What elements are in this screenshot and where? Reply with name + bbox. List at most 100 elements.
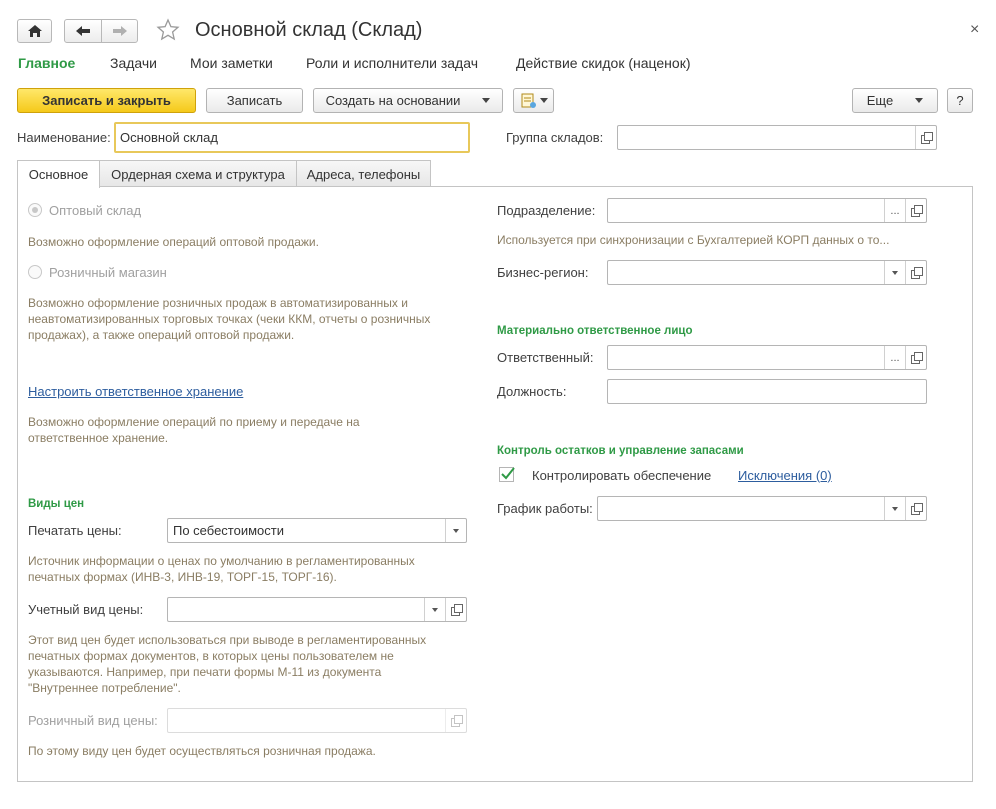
favorite-star-icon[interactable]: [156, 18, 180, 45]
account-price-hint-4: "Внутреннее потребление".: [28, 681, 181, 695]
control-supply-checkbox[interactable]: [499, 467, 515, 482]
schedule-label: График работы:: [497, 501, 593, 516]
division-label: Подразделение:: [497, 203, 596, 218]
dropdown-button[interactable]: [884, 261, 905, 284]
account-price-hint-3: указываются. Например, при печати формы …: [28, 665, 382, 679]
open-form-button[interactable]: [905, 199, 926, 222]
open-form-icon: [910, 503, 923, 515]
open-form-icon: [450, 604, 463, 616]
print-prices-select[interactable]: По себестоимости: [167, 518, 467, 543]
dropdown-button[interactable]: [445, 519, 466, 542]
open-form-button[interactable]: [905, 261, 926, 284]
open-form-button[interactable]: [915, 126, 936, 149]
create-based-on-label: Создать на основании: [325, 93, 461, 108]
division-field[interactable]: ...: [607, 198, 927, 223]
dropdown-icon: [892, 270, 898, 275]
save-and-close-label: Записать и закрыть: [42, 93, 171, 108]
custody-settings-link[interactable]: Настроить ответственное хранение: [28, 384, 243, 399]
help-label: ?: [956, 93, 964, 108]
retail-radio[interactable]: [28, 265, 42, 279]
account-price-hint-1: Этот вид цен будет использоваться при вы…: [28, 633, 427, 647]
dropdown-icon: [453, 528, 459, 533]
back-button[interactable]: [64, 19, 102, 43]
account-price-label: Учетный вид цены:: [28, 602, 144, 617]
name-label: Наименование:: [17, 130, 111, 145]
tab-addresses[interactable]: Адреса, телефоны: [296, 160, 431, 187]
tab-main-label: Основное: [28, 167, 89, 182]
print-prices-label: Печатать цены:: [28, 523, 122, 538]
account-price-hint-2: печатных формах документов, в которых це…: [28, 649, 394, 663]
responsible-label: Ответственный:: [497, 350, 594, 365]
open-form-button[interactable]: [445, 598, 466, 621]
account-price-field[interactable]: [167, 597, 467, 622]
name-value: Основной склад: [120, 130, 218, 145]
open-form-button[interactable]: [905, 346, 926, 369]
position-field[interactable]: [607, 379, 927, 404]
dropdown-button[interactable]: [424, 598, 445, 621]
position-label: Должность:: [497, 384, 567, 399]
dropdown-icon: [892, 506, 898, 511]
save-button[interactable]: Записать: [206, 88, 303, 113]
home-button[interactable]: [17, 19, 52, 43]
warehouse-group-field[interactable]: [617, 125, 937, 150]
custody-hint-2: ответственное хранение.: [28, 431, 169, 445]
warehouse-group-label: Группа складов:: [506, 130, 604, 145]
retail-price-field: [167, 708, 467, 733]
forward-button[interactable]: [101, 19, 138, 43]
print-prices-hint-1: Источник информации о ценах по умолчанию…: [28, 554, 415, 568]
help-button[interactable]: ?: [947, 88, 973, 113]
tab-main[interactable]: Основное: [17, 160, 100, 188]
open-form-icon: [910, 205, 923, 217]
wholesale-label: Оптовый склад: [49, 203, 142, 218]
exceptions-link[interactable]: Исключения (0): [738, 468, 832, 483]
stock-control-group-title: Контроль остатков и управление запасами: [497, 445, 744, 457]
retail-hint-3: продажах), а также операций оптовой прод…: [28, 328, 295, 342]
nav-notes[interactable]: Мои заметки: [190, 55, 273, 71]
print-prices-hint-2: печатных формах (ИНВ-3, ИНВ-19, ТОРГ-15,…: [28, 570, 337, 584]
open-form-icon: [920, 132, 933, 144]
window-title: Основной склад (Склад): [195, 19, 423, 41]
chevron-down-icon: [539, 98, 548, 103]
dropdown-icon: [432, 607, 438, 612]
nav-roles[interactable]: Роли и исполнители задач: [306, 55, 478, 71]
open-form-button: [445, 709, 466, 732]
retail-label: Розничный магазин: [49, 265, 167, 280]
business-region-label: Бизнес-регион:: [497, 265, 589, 280]
nav-tasks[interactable]: Задачи: [110, 55, 157, 71]
schedule-field[interactable]: [597, 496, 927, 521]
report-menu-button[interactable]: [513, 88, 554, 113]
tab-addresses-label: Адреса, телефоны: [306, 166, 421, 182]
more-button[interactable]: Еще: [852, 88, 938, 113]
nav-main[interactable]: Главное: [18, 55, 75, 71]
dropdown-button[interactable]: [884, 497, 905, 520]
retail-price-label: Розничный вид цены:: [28, 713, 158, 728]
select-button[interactable]: ...: [884, 199, 905, 222]
wholesale-radio[interactable]: [28, 203, 42, 217]
chevron-down-icon: [482, 98, 491, 103]
nav-discounts[interactable]: Действие скидок (наценок): [516, 55, 690, 71]
tab-order-scheme-label: Ордерная схема и структура: [111, 166, 285, 182]
name-field[interactable]: Основной склад: [114, 122, 470, 153]
responsible-field[interactable]: ...: [607, 345, 927, 370]
business-region-field[interactable]: [607, 260, 927, 285]
create-based-on-button[interactable]: Создать на основании: [313, 88, 503, 113]
custody-hint-1: Возможно оформление операций по приему и…: [28, 415, 360, 429]
print-prices-value: По себестоимости: [173, 523, 284, 538]
select-icon: ...: [890, 351, 900, 364]
open-form-icon: [910, 267, 923, 279]
chevron-down-icon: [915, 98, 924, 103]
home-icon: [27, 25, 42, 37]
control-supply-label: Контролировать обеспечение: [532, 468, 712, 483]
select-button[interactable]: ...: [884, 346, 905, 369]
retail-hint-2: неавтоматизированных торговых точках (че…: [28, 312, 431, 326]
tab-order-scheme[interactable]: Ордерная схема и структура: [99, 160, 297, 187]
open-form-icon: [910, 352, 923, 364]
close-icon[interactable]: ×: [970, 21, 979, 39]
open-form-button[interactable]: [905, 497, 926, 520]
retail-price-hint: По этому виду цен будет осуществляться р…: [28, 744, 376, 758]
save-and-close-button[interactable]: Записать и закрыть: [17, 88, 196, 113]
more-label: Еще: [866, 93, 894, 108]
mrp-group-title: Материально ответственное лицо: [497, 325, 693, 337]
forward-arrow-icon: [112, 26, 127, 36]
prices-group-title: Виды цен: [28, 498, 85, 510]
